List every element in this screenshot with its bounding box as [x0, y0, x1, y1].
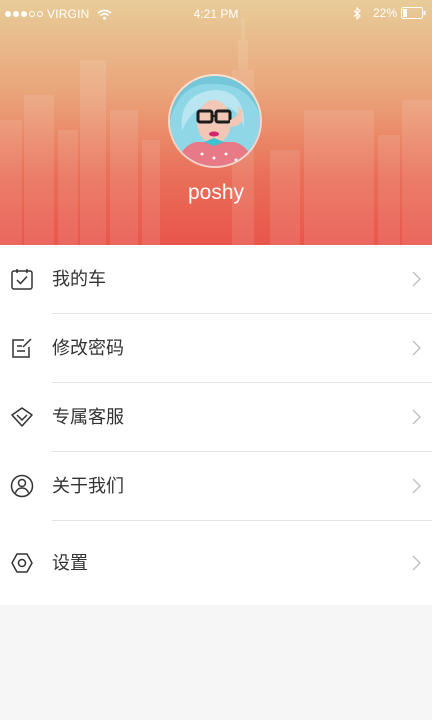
carrier-name: VIRGIN: [47, 7, 90, 21]
menu-item-label: 我的车: [52, 269, 106, 290]
chevron-right-icon: [412, 340, 421, 356]
settings-menu: 我的车 修改密码 专属客服 关于我们 设置: [0, 245, 432, 605]
menu-item-change-password[interactable]: 修改密码: [0, 314, 432, 383]
chevron-right-icon: [412, 478, 421, 494]
profile-header: VIRGIN 4:21 PM 22% poshy: [0, 0, 432, 245]
chevron-right-icon: [412, 555, 421, 571]
menu-item-label: 设置: [52, 553, 88, 574]
menu-item-label: 修改密码: [52, 338, 124, 359]
menu-item-customer-service[interactable]: 专属客服: [0, 383, 432, 452]
diamond-icon: [11, 407, 33, 427]
bluetooth-icon: [353, 6, 361, 20]
username: poshy: [187, 181, 245, 204]
car-checklist-icon: [11, 269, 33, 290]
battery-percentage: 22%: [372, 6, 397, 20]
menu-item-label: 专属客服: [52, 407, 124, 428]
settings-gear-icon: [11, 553, 33, 573]
battery-icon: [401, 7, 426, 19]
avatar[interactable]: [168, 74, 262, 168]
menu-item-my-car[interactable]: 我的车: [0, 245, 432, 314]
chevron-right-icon: [412, 409, 421, 425]
menu-item-settings[interactable]: 设置: [0, 521, 432, 605]
user-circle-icon: [10, 474, 34, 498]
status-bar: VIRGIN 4:21 PM 22%: [0, 0, 432, 28]
chevron-right-icon: [412, 271, 421, 287]
edit-note-icon: [12, 338, 32, 358]
signal-strength-icon: [5, 11, 43, 17]
wifi-icon: [97, 9, 112, 20]
menu-item-about-us[interactable]: 关于我们: [0, 452, 432, 521]
menu-item-label: 关于我们: [52, 476, 124, 497]
